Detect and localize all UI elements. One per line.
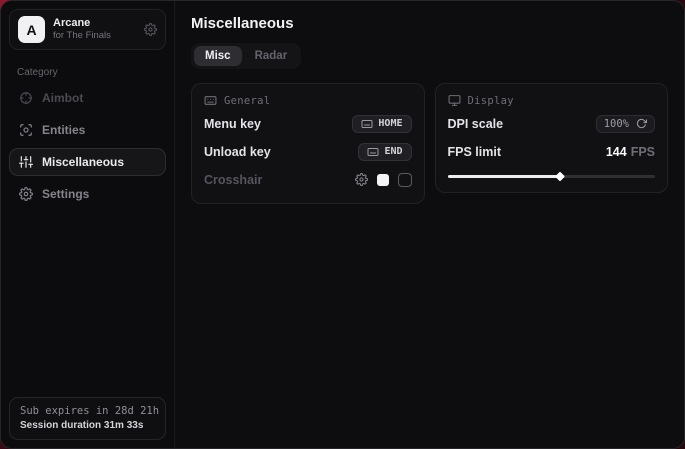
dpi-scale-value: 100% — [604, 118, 629, 130]
fps-limit-label: FPS limit — [448, 145, 501, 159]
app-title-block: Arcane for The Finals — [53, 17, 111, 43]
app-logo: A — [18, 16, 45, 43]
sidebar-item-settings[interactable]: Settings — [9, 180, 166, 208]
keyboard-icon — [204, 94, 217, 107]
unload-key-label: Unload key — [204, 145, 271, 159]
fps-slider-thumb[interactable] — [555, 172, 565, 182]
general-card: General Menu key HOME Unload key END — [191, 83, 425, 204]
menu-key-value: HOME — [378, 118, 402, 129]
crosshair-icon — [19, 91, 33, 105]
fps-slider-fill — [448, 175, 560, 178]
display-card: Display DPI scale 100% FPS limit 144 FPS — [435, 83, 669, 193]
unload-key-row: Unload key END — [204, 140, 412, 163]
menu-key-row: Menu key HOME — [204, 112, 412, 135]
sidebar-nav: Aimbot Entities Miscellaneous Settings — [9, 84, 166, 212]
gear-icon — [19, 187, 33, 201]
unload-key-value: END — [384, 146, 402, 157]
display-card-header: Display — [448, 94, 656, 107]
crosshair-color-swatch[interactable] — [377, 174, 389, 186]
sliders-icon — [19, 155, 33, 169]
display-card-title: Display — [468, 95, 514, 107]
keyboard-icon — [367, 146, 379, 158]
fps-limit-unit: FPS — [631, 145, 655, 159]
fps-limit-value-group: 144 FPS — [606, 143, 655, 161]
general-card-title: General — [224, 95, 270, 107]
fps-limit-row: FPS limit 144 FPS — [448, 140, 656, 163]
session-duration-text: Session duration 31m 33s — [20, 420, 155, 431]
refresh-icon — [636, 118, 647, 129]
menu-key-button[interactable]: HOME — [352, 115, 411, 133]
page-title: Miscellaneous — [191, 15, 668, 32]
app-name: Arcane — [53, 17, 111, 31]
keyboard-icon — [361, 118, 373, 130]
logo-card: A Arcane for The Finals — [9, 9, 166, 50]
app-window: A Arcane for The Finals Category Aimbot … — [0, 0, 685, 449]
crosshair-controls — [355, 173, 412, 187]
crosshair-label: Crosshair — [204, 173, 262, 187]
sidebar-item-aimbot[interactable]: Aimbot — [9, 84, 166, 112]
app-subtitle: for The Finals — [53, 30, 111, 42]
fps-limit-slider[interactable] — [448, 172, 656, 180]
tab-bar: Misc Radar — [191, 43, 301, 69]
subscription-status-card: Sub expires in 28d 21h Session duration … — [9, 397, 166, 440]
dpi-scale-row: DPI scale 100% — [448, 112, 656, 135]
sub-expires-text: Sub expires in 28d 21h — [20, 405, 155, 417]
crosshair-checkbox[interactable] — [398, 173, 412, 187]
sidebar-item-miscellaneous[interactable]: Miscellaneous — [9, 148, 166, 176]
cards-row: General Menu key HOME Unload key END — [191, 83, 668, 204]
category-label: Category — [17, 67, 158, 78]
sidebar-item-label: Aimbot — [42, 91, 83, 105]
sidebar: A Arcane for The Finals Category Aimbot … — [1, 1, 175, 448]
sidebar-item-label: Entities — [42, 123, 85, 137]
unload-key-button[interactable]: END — [358, 143, 411, 161]
main-panel: Miscellaneous Misc Radar General Menu ke… — [175, 1, 684, 448]
dpi-scale-label: DPI scale — [448, 117, 504, 131]
general-card-header: General — [204, 94, 412, 107]
tab-misc[interactable]: Misc — [194, 46, 242, 66]
monitor-icon — [448, 94, 461, 107]
tab-radar[interactable]: Radar — [244, 46, 299, 66]
dpi-scale-button[interactable]: 100% — [596, 115, 655, 133]
fps-limit-value: 144 — [606, 145, 627, 159]
gear-icon[interactable] — [144, 23, 157, 36]
scan-icon — [19, 123, 33, 137]
crosshair-row: Crosshair — [204, 168, 412, 191]
sidebar-item-label: Settings — [42, 187, 89, 201]
menu-key-label: Menu key — [204, 117, 261, 131]
crosshair-settings-gear-icon[interactable] — [355, 173, 368, 186]
sidebar-item-label: Miscellaneous — [42, 155, 124, 169]
sidebar-item-entities[interactable]: Entities — [9, 116, 166, 144]
